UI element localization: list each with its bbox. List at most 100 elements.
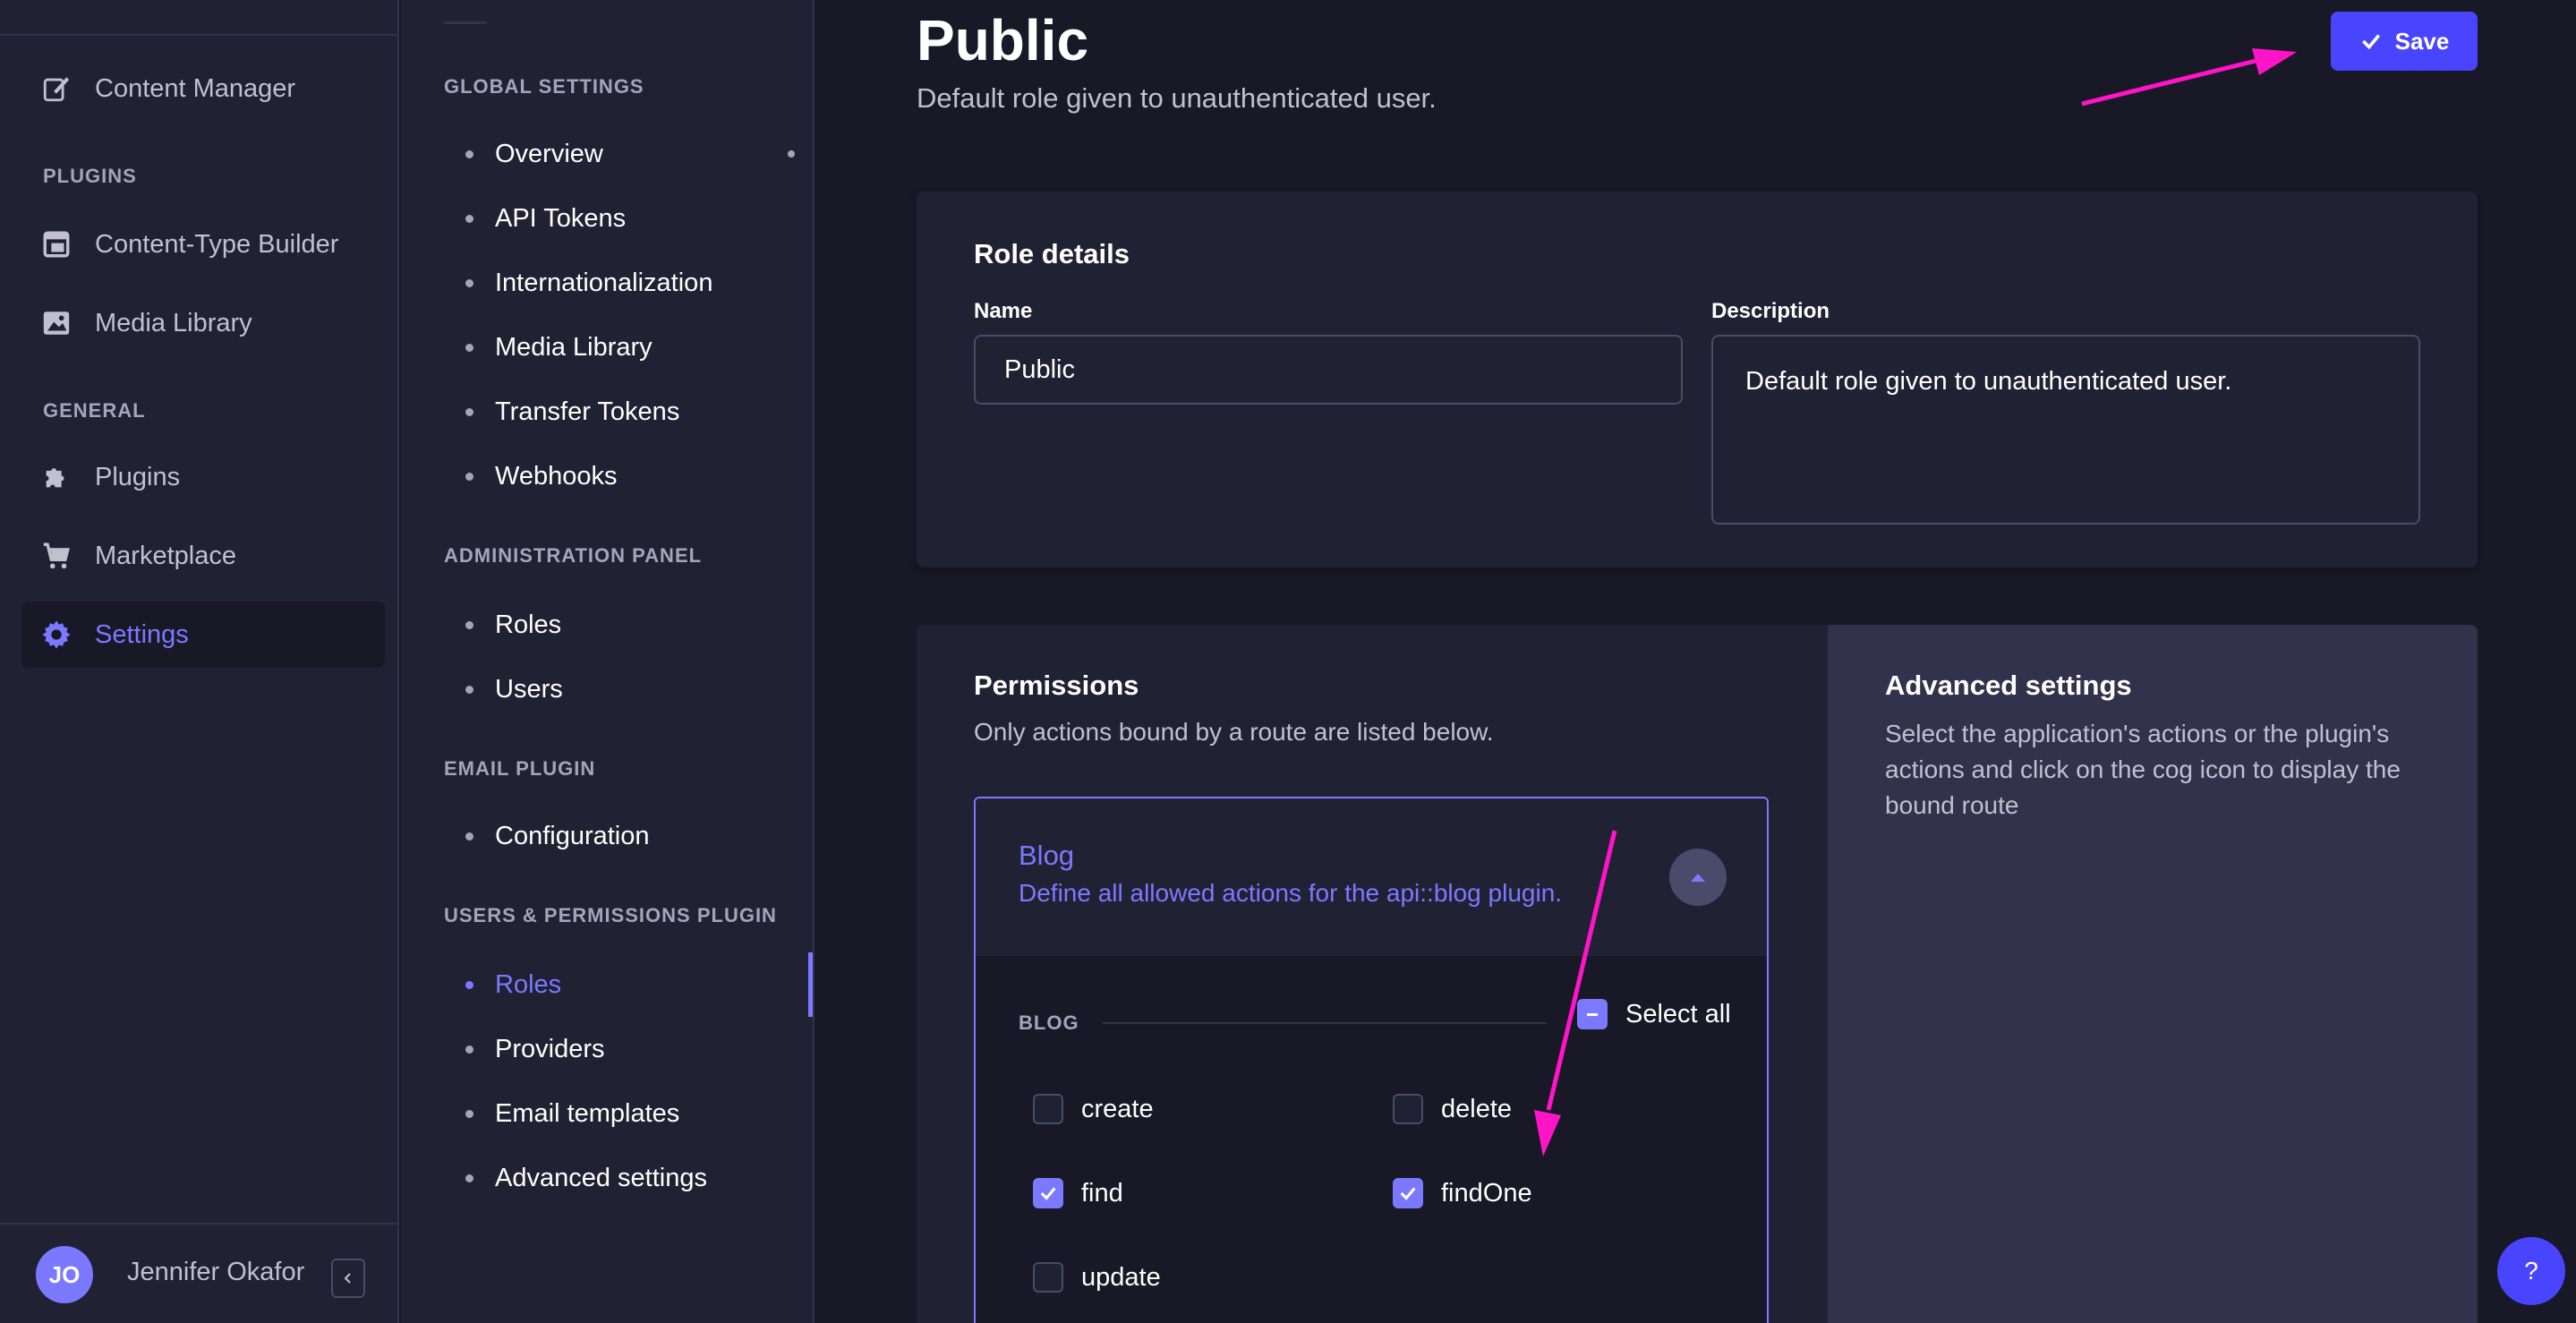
action-create-checkbox[interactable]: create bbox=[1033, 1094, 1154, 1124]
action-findone-checkbox[interactable]: findOne bbox=[1393, 1178, 1532, 1208]
notification-dot bbox=[788, 150, 795, 158]
accordion-title: Blog bbox=[1019, 840, 1075, 871]
action-label: create bbox=[1081, 1094, 1154, 1123]
settings-item-label: Providers bbox=[495, 1034, 605, 1063]
advanced-settings-title: Advanced settings bbox=[1885, 670, 2132, 701]
arrow-to-save bbox=[2081, 58, 2256, 107]
settings-item-up-roles[interactable]: Roles bbox=[444, 963, 802, 1006]
settings-item-label: API Tokens bbox=[495, 203, 627, 233]
nav-item-media-library[interactable]: Media Library bbox=[21, 290, 385, 356]
permissions-card: Permissions Only actions bound by a rout… bbox=[917, 625, 2478, 1323]
nav-item-label: Plugins bbox=[95, 462, 181, 491]
nav-item-label: Content-Type Builder bbox=[95, 229, 339, 259]
checkbox-box bbox=[1033, 1262, 1063, 1293]
check-icon bbox=[1033, 1178, 1063, 1208]
advanced-settings-panel: Advanced settings Select the application… bbox=[1828, 625, 2478, 1323]
main-nav-footer-divider bbox=[0, 1223, 399, 1225]
settings-item-label: Internationalization bbox=[495, 268, 713, 297]
action-label: findOne bbox=[1441, 1178, 1532, 1208]
nav-item-label: Marketplace bbox=[95, 541, 236, 570]
settings-item-advanced-settings[interactable]: Advanced settings bbox=[444, 1157, 802, 1199]
page-title: Public bbox=[917, 8, 1089, 73]
app-root: Content Manager PLUGINS Content-Type Bui… bbox=[0, 0, 2576, 1323]
main-nav: Content Manager PLUGINS Content-Type Bui… bbox=[0, 0, 399, 1323]
gear-icon bbox=[41, 619, 72, 650]
settings-section-users-permissions: USERS & PERMISSIONS PLUGIN bbox=[444, 904, 777, 926]
advanced-settings-description: Select the application's actions or the … bbox=[1885, 720, 2401, 819]
settings-item-email-configuration[interactable]: Configuration bbox=[444, 815, 802, 858]
action-label: delete bbox=[1441, 1094, 1513, 1123]
settings-item-internationalization[interactable]: Internationalization bbox=[444, 261, 802, 304]
settings-section-email: EMAIL PLUGIN bbox=[444, 757, 596, 780]
settings-item-label: Roles bbox=[495, 610, 562, 639]
settings-nav-divider bbox=[444, 21, 487, 24]
nav-item-plugins[interactable]: Plugins bbox=[21, 444, 385, 510]
settings-item-email-templates[interactable]: Email templates bbox=[444, 1092, 802, 1135]
description-textarea[interactable]: Default role given to unauthenticated us… bbox=[1711, 335, 2420, 525]
settings-item-label: Overview bbox=[495, 139, 603, 168]
main-nav-divider bbox=[0, 34, 399, 36]
nav-section-general: GENERAL bbox=[43, 399, 146, 422]
nav-item-label: Content Manager bbox=[95, 73, 296, 103]
checkbox-box bbox=[1393, 1094, 1423, 1124]
save-button[interactable]: Save bbox=[2331, 12, 2478, 71]
nav-item-content-type-builder[interactable]: Content-Type Builder bbox=[21, 211, 385, 277]
arrow-head-save bbox=[2252, 48, 2297, 75]
settings-item-transfer-tokens[interactable]: Transfer Tokens bbox=[444, 390, 802, 433]
nav-item-settings[interactable]: Settings bbox=[21, 602, 385, 668]
name-input[interactable]: Public bbox=[974, 335, 1683, 405]
avatar[interactable]: JO bbox=[36, 1246, 93, 1303]
settings-item-label: Webhooks bbox=[495, 461, 618, 491]
permissions-description: Only actions bound by a route are listed… bbox=[974, 718, 1494, 746]
settings-item-label: Users bbox=[495, 674, 563, 704]
nav-item-content-manager[interactable]: Content Manager bbox=[21, 55, 385, 122]
action-update-checkbox[interactable]: update bbox=[1033, 1262, 1161, 1293]
nav-item-label: Media Library bbox=[95, 308, 252, 337]
group-divider bbox=[1103, 1022, 1547, 1024]
indeterminate-icon bbox=[1577, 999, 1608, 1029]
cart-icon bbox=[41, 541, 72, 571]
nav-item-label: Settings bbox=[95, 619, 189, 649]
role-details-title: Role details bbox=[974, 238, 1130, 269]
group-label: BLOG bbox=[1019, 1011, 1079, 1034]
layout-icon bbox=[41, 229, 72, 260]
settings-item-media-library[interactable]: Media Library bbox=[444, 326, 802, 369]
settings-item-label: Roles bbox=[495, 969, 562, 999]
action-find-checkbox[interactable]: find bbox=[1033, 1178, 1123, 1208]
select-all-label: Select all bbox=[1625, 999, 1731, 1029]
settings-item-webhooks[interactable]: Webhooks bbox=[444, 455, 802, 498]
settings-section-global: GLOBAL SETTINGS bbox=[444, 75, 644, 98]
settings-item-label: Email templates bbox=[495, 1098, 680, 1128]
collapse-nav-button[interactable] bbox=[331, 1259, 365, 1298]
settings-item-label: Media Library bbox=[495, 332, 653, 362]
checkbox-box bbox=[1033, 1094, 1063, 1124]
feather-pen-icon bbox=[41, 73, 72, 104]
name-label: Name bbox=[974, 299, 1033, 323]
nav-item-marketplace[interactable]: Marketplace bbox=[21, 523, 385, 589]
page-subtitle: Default role given to unauthenticated us… bbox=[917, 82, 1437, 114]
settings-item-api-tokens[interactable]: API Tokens bbox=[444, 197, 802, 240]
description-label: Description bbox=[1711, 299, 1830, 323]
settings-nav: GLOBAL SETTINGS Overview API Tokens Inte… bbox=[401, 0, 815, 1323]
puzzle-icon bbox=[41, 462, 72, 492]
settings-item-overview[interactable]: Overview bbox=[444, 132, 802, 175]
settings-item-providers[interactable]: Providers bbox=[444, 1028, 802, 1071]
permissions-title: Permissions bbox=[974, 670, 1139, 701]
image-icon bbox=[41, 308, 72, 338]
user-name[interactable]: Jennifer Okafor bbox=[127, 1258, 304, 1287]
settings-item-label: Advanced settings bbox=[495, 1163, 707, 1192]
blog-accordion: Blog Define all allowed actions for the … bbox=[974, 797, 1769, 1323]
settings-item-admin-users[interactable]: Users bbox=[444, 668, 802, 711]
save-button-label: Save bbox=[2394, 27, 2450, 55]
role-details-card: Role details Name Public Description Def… bbox=[917, 192, 2478, 568]
check-icon bbox=[2361, 34, 2380, 50]
help-button[interactable]: ? bbox=[2497, 1237, 2565, 1305]
select-all-checkbox[interactable]: Select all bbox=[1577, 999, 1731, 1029]
settings-item-label: Configuration bbox=[495, 821, 650, 850]
caret-up-icon bbox=[1691, 874, 1705, 882]
accordion-toggle-button[interactable] bbox=[1669, 849, 1727, 906]
settings-item-admin-roles[interactable]: Roles bbox=[444, 603, 802, 646]
nav-section-plugins: PLUGINS bbox=[43, 165, 137, 187]
action-delete-checkbox[interactable]: delete bbox=[1393, 1094, 1512, 1124]
blog-accordion-header[interactable]: Blog Define all allowed actions for the … bbox=[976, 798, 1767, 956]
